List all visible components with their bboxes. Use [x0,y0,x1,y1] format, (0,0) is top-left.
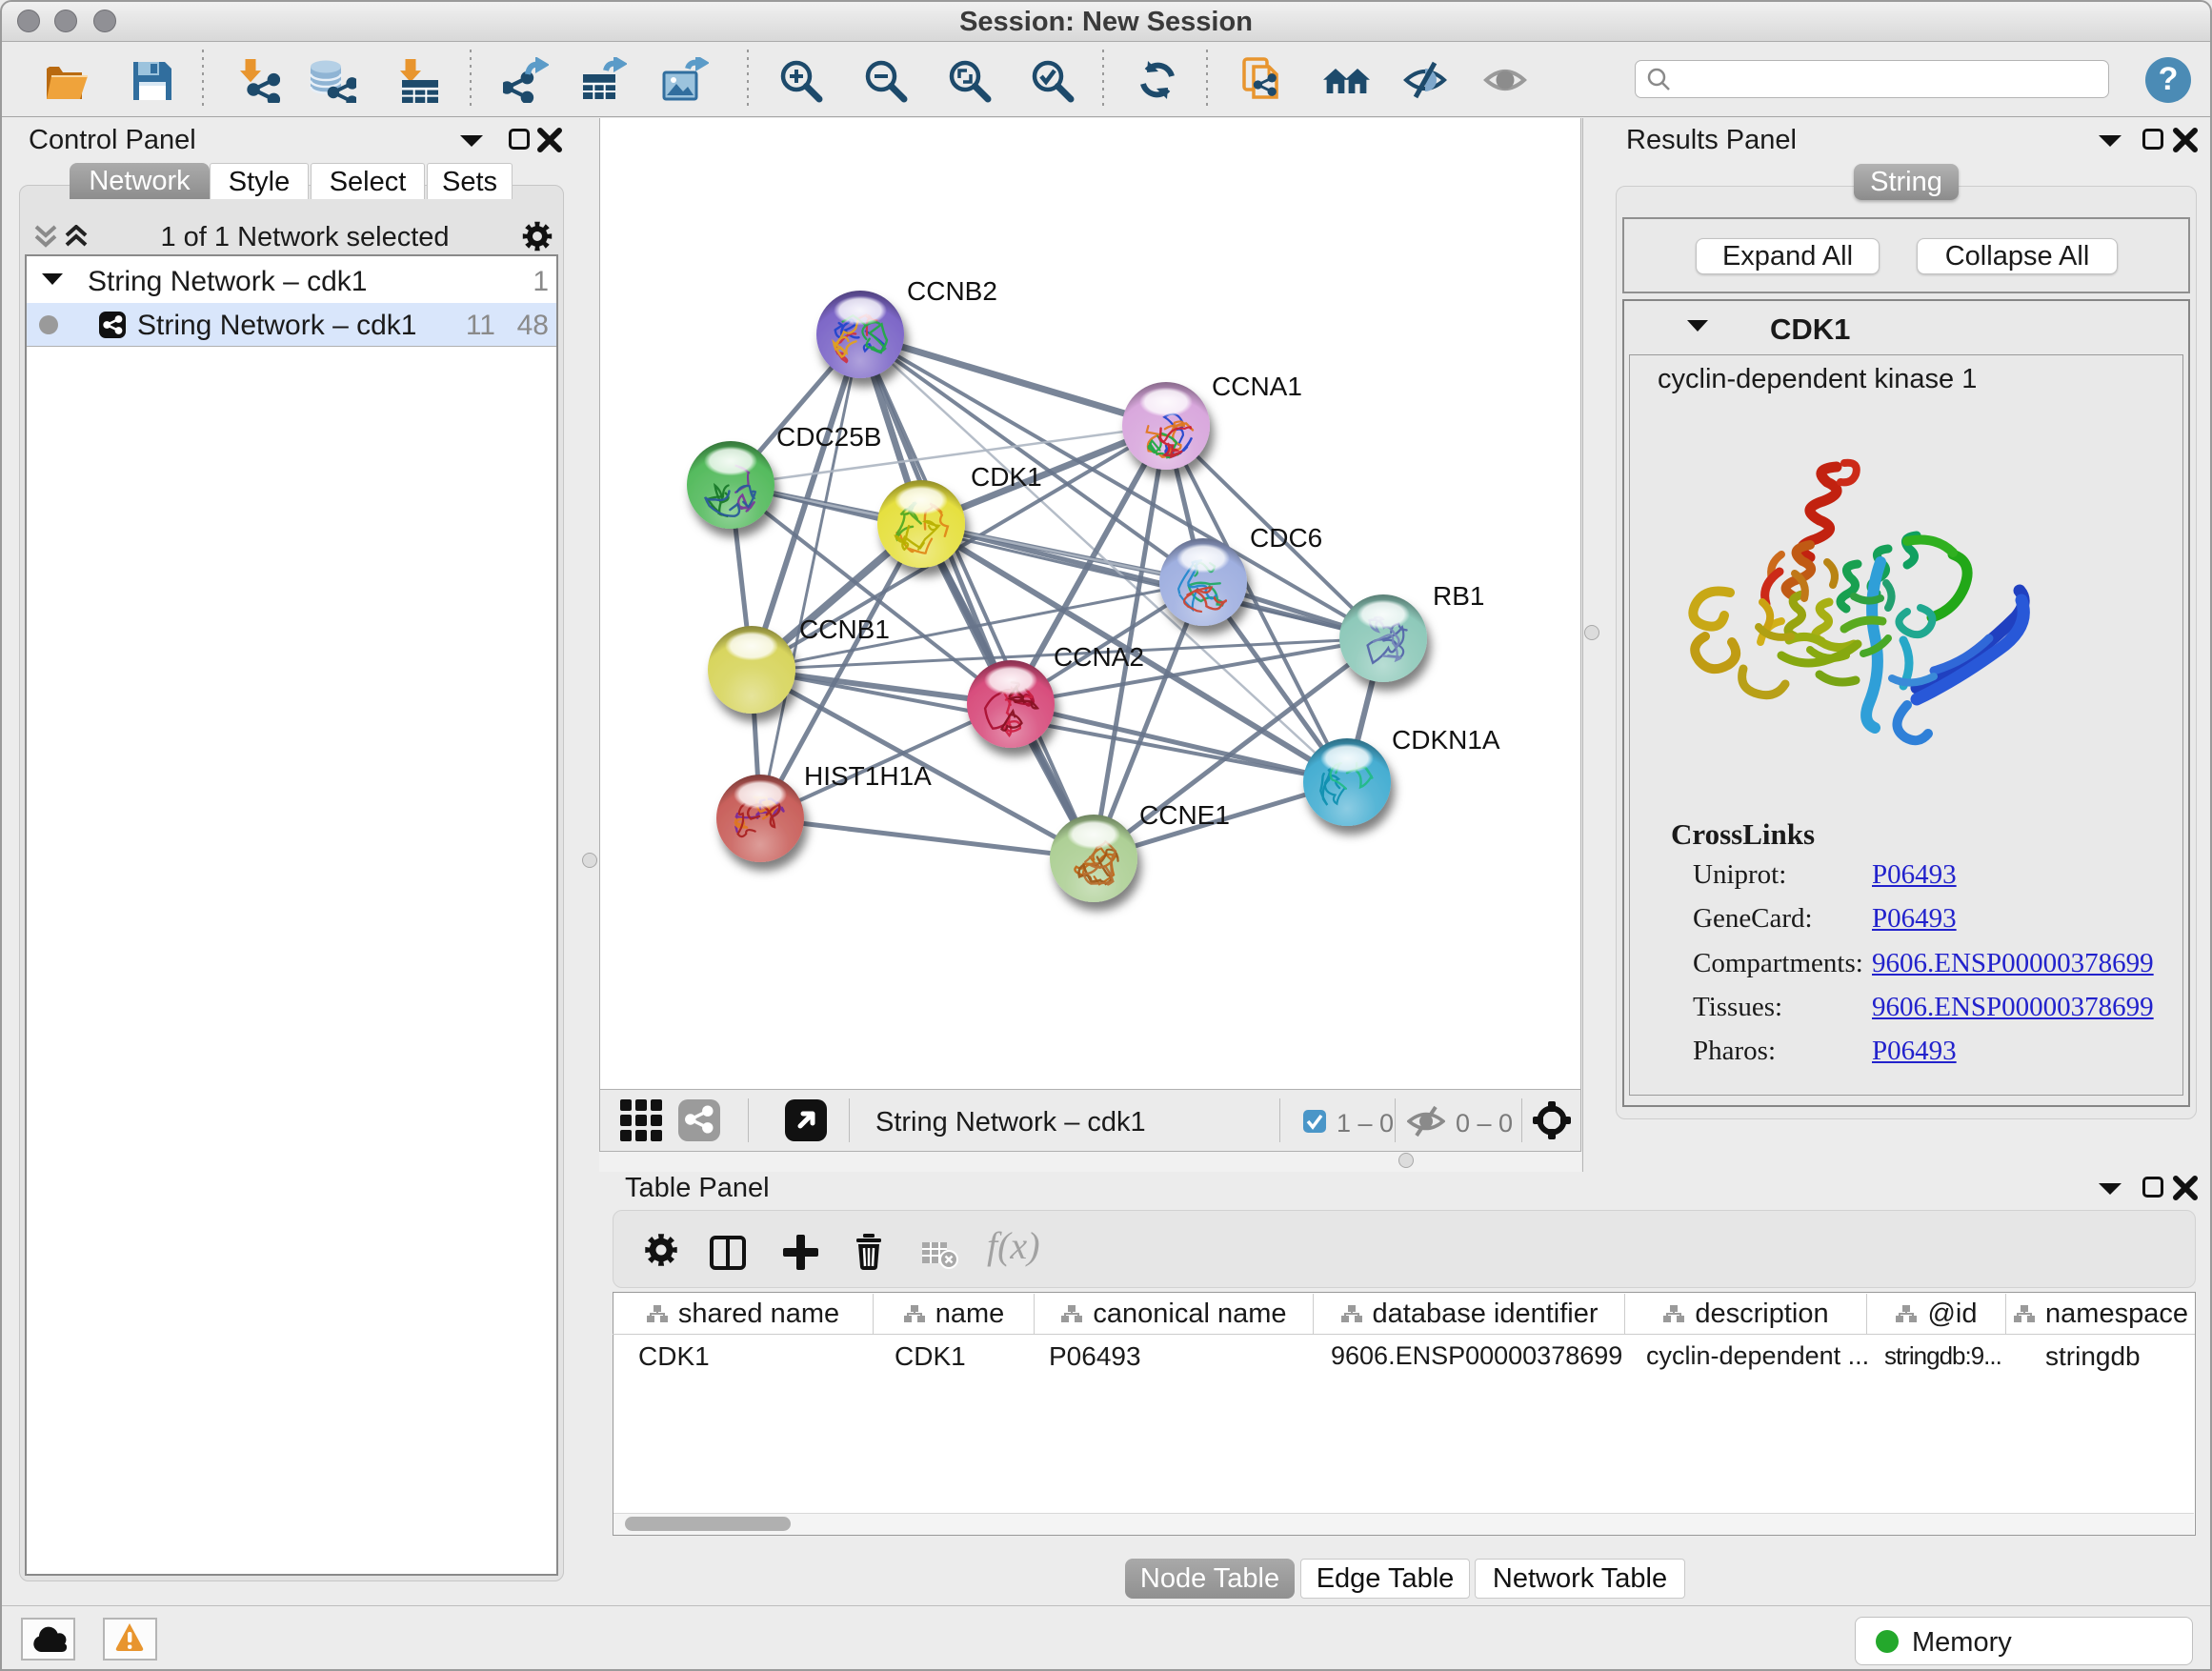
svg-text:CCNB1: CCNB1 [799,614,890,644]
svg-text:CDKN1A: CDKN1A [1392,725,1500,755]
svg-text:HIST1H1A: HIST1H1A [804,761,932,791]
svg-text:CDC6: CDC6 [1250,523,1322,553]
svg-text:CDK1: CDK1 [971,462,1042,492]
svg-text:CCNA1: CCNA1 [1212,372,1302,401]
svg-text:CCNB2: CCNB2 [907,276,997,306]
svg-text:CCNE1: CCNE1 [1139,800,1230,830]
svg-text:CDC25B: CDC25B [776,422,881,452]
svg-text:CCNA2: CCNA2 [1054,642,1144,672]
svg-text:RB1: RB1 [1433,581,1484,611]
